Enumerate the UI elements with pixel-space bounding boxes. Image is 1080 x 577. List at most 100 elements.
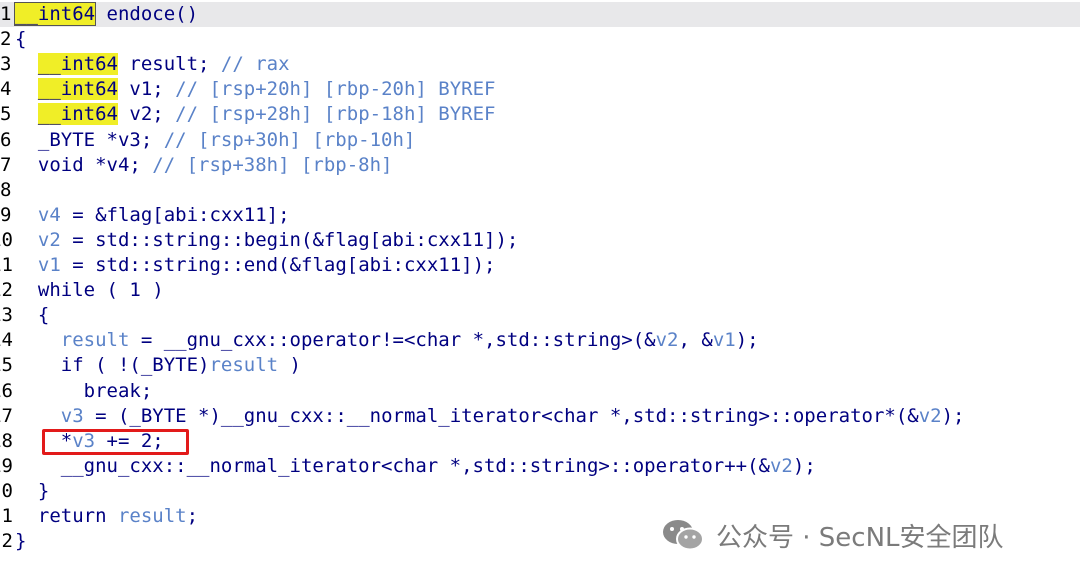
pseudocode-editor[interactable]: 1 __int64 endoce() 2{3 __int64 result; // … <box>0 0 1080 577</box>
code-token: return <box>15 505 118 527</box>
highlighted-token: __int64 <box>13 2 97 26</box>
code-line[interactable]: 15 if ( !(_BYTE)result ) <box>0 353 1080 378</box>
code-token: result <box>117 505 187 527</box>
line-number: 17 <box>0 404 13 427</box>
code-token: = &flag[abi:cxx11]; <box>60 203 290 226</box>
code-line[interactable]: 12 while ( 1 ) <box>0 278 1080 303</box>
code-token: , & <box>678 329 713 352</box>
highlight-box-line-18 <box>42 429 189 455</box>
line-number: 1 <box>0 3 12 25</box>
code-text: __int64 v2; // [rsp+28h] [rbp-18h] BYREF <box>15 102 495 127</box>
code-text: } <box>15 479 49 504</box>
code-token: v1; <box>117 78 176 101</box>
code-token: = std::string::begin(&flag[abi:cxx11]); <box>60 228 519 251</box>
line-number: 13 <box>0 304 13 327</box>
code-text: __int64 result; // rax <box>15 52 290 77</box>
line-number: 2 <box>0 28 12 51</box>
code-line[interactable]: 14 result = __gnu_cxx::operator!=<char *… <box>0 328 1080 353</box>
line-number: 20 <box>0 479 13 502</box>
highlighted-token: __int64 <box>37 53 118 76</box>
code-token: _BYTE *v3; <box>15 128 164 151</box>
code-line[interactable]: 6 _BYTE *v3; // [rsp+30h] [rbp-10h] <box>0 128 1080 153</box>
code-line[interactable]: 13 { <box>0 303 1080 328</box>
code-text: __int64 v1; // [rsp+20h] [rbp-20h] BYREF <box>15 77 495 102</box>
code-line[interactable]: 5 __int64 v2; // [rsp+28h] [rbp-18h] BYR… <box>0 102 1080 127</box>
line-number: 4 <box>0 78 12 101</box>
code-token: } <box>15 479 50 502</box>
line-number: 5 <box>0 103 12 126</box>
code-token: v2 <box>918 404 942 427</box>
line-number: 6 <box>0 128 12 151</box>
code-token: result <box>209 354 279 377</box>
code-token: v1 <box>37 254 61 276</box>
line-number: 8 <box>0 178 12 201</box>
code-token: v2 <box>655 329 679 352</box>
code-line[interactable]: 17 v3 = (_BYTE *)__gnu_cxx::__normal_ite… <box>0 404 1080 429</box>
code-text: while ( 1 ) <box>15 278 164 303</box>
code-line[interactable]: 20 } <box>0 479 1080 504</box>
watermark-text: 公众号 · SecNL安全团队 <box>716 522 1004 553</box>
line-number: 9 <box>0 203 12 226</box>
code-line[interactable]: 9 v4 = &flag[abi:cxx11]; <box>0 203 1080 228</box>
code-token: } <box>15 530 27 553</box>
code-text: v2 = std::string::begin(&flag[abi:cxx11]… <box>15 228 518 253</box>
code-token: v2 <box>769 454 793 477</box>
code-token: void *v4; <box>15 153 153 176</box>
code-line[interactable]: 16 break; <box>0 379 1080 404</box>
line-number: 19 <box>0 454 13 477</box>
code-token: // [rsp+28h] [rbp-18h] BYREF <box>175 103 496 126</box>
code-line[interactable]: 3 __int64 result; // rax <box>0 52 1080 77</box>
code-token: { <box>15 304 50 327</box>
code-token: endoce() <box>95 3 199 25</box>
code-token: // [rsp+20h] [rbp-20h] BYREF <box>175 78 496 101</box>
code-token: ; <box>186 505 199 527</box>
code-line[interactable]: 7 void *v4; // [rsp+38h] [rbp-8h] <box>0 153 1080 178</box>
code-token: = std::string::end(&flag[abi:cxx11]); <box>60 254 496 276</box>
code-text: __int64 endoce() <box>13 2 199 27</box>
code-text: v4 = &flag[abi:cxx11]; <box>15 203 290 228</box>
code-text: break; <box>15 379 153 404</box>
code-token: // [rsp+38h] [rbp-8h] <box>152 153 393 176</box>
code-line[interactable]: 1 __int64 endoce() <box>0 2 1080 27</box>
code-token: result <box>60 329 130 352</box>
code-text: v1 = std::string::end(&flag[abi:cxx11]); <box>15 253 496 278</box>
code-token: ); <box>735 329 759 352</box>
line-number: 18 <box>0 429 13 452</box>
code-token: v2; <box>117 103 176 126</box>
highlighted-token: __int64 <box>37 103 118 126</box>
code-line[interactable]: 2{ <box>0 27 1080 52</box>
code-text: _BYTE *v3; // [rsp+30h] [rbp-10h] <box>15 128 416 153</box>
line-number: 15 <box>0 354 13 377</box>
code-token: // [rsp+30h] [rbp-10h] <box>163 128 416 151</box>
code-token: // rax <box>220 53 290 76</box>
code-line[interactable]: 8 <box>0 178 1080 203</box>
code-token: ) <box>278 354 301 377</box>
code-text: { <box>15 27 26 52</box>
code-token: { <box>15 28 27 51</box>
code-token: if ( !(_BYTE) <box>15 354 210 377</box>
code-line[interactable]: 4 __int64 v1; // [rsp+20h] [rbp-20h] BYR… <box>0 77 1080 102</box>
code-text: return result; <box>15 504 198 529</box>
line-number: 3 <box>0 53 12 76</box>
code-token: while ( 1 ) <box>15 279 164 302</box>
code-token: v2 <box>37 228 61 251</box>
code-token: = (_BYTE *)__gnu_cxx::__normal_iterator<… <box>83 404 919 427</box>
code-token: ); <box>792 454 816 477</box>
code-line[interactable]: 19 __gnu_cxx::__normal_iterator<char *,s… <box>0 454 1080 479</box>
code-token: break; <box>15 379 153 402</box>
code-text: __gnu_cxx::__normal_iterator<char *,std:… <box>15 454 816 479</box>
code-line[interactable]: 10 v2 = std::string::begin(&flag[abi:cxx… <box>0 228 1080 253</box>
code-text: void *v4; // [rsp+38h] [rbp-8h] <box>15 153 393 178</box>
code-line[interactable]: 11 v1 = std::string::end(&flag[abi:cxx11… <box>0 253 1080 278</box>
code-text: if ( !(_BYTE)result ) <box>15 353 301 378</box>
code-text: } <box>15 529 26 554</box>
code-token: = __gnu_cxx::operator!=<char *,std::stri… <box>129 329 656 352</box>
line-number: 22 <box>0 530 13 553</box>
highlighted-token: __int64 <box>37 78 118 101</box>
